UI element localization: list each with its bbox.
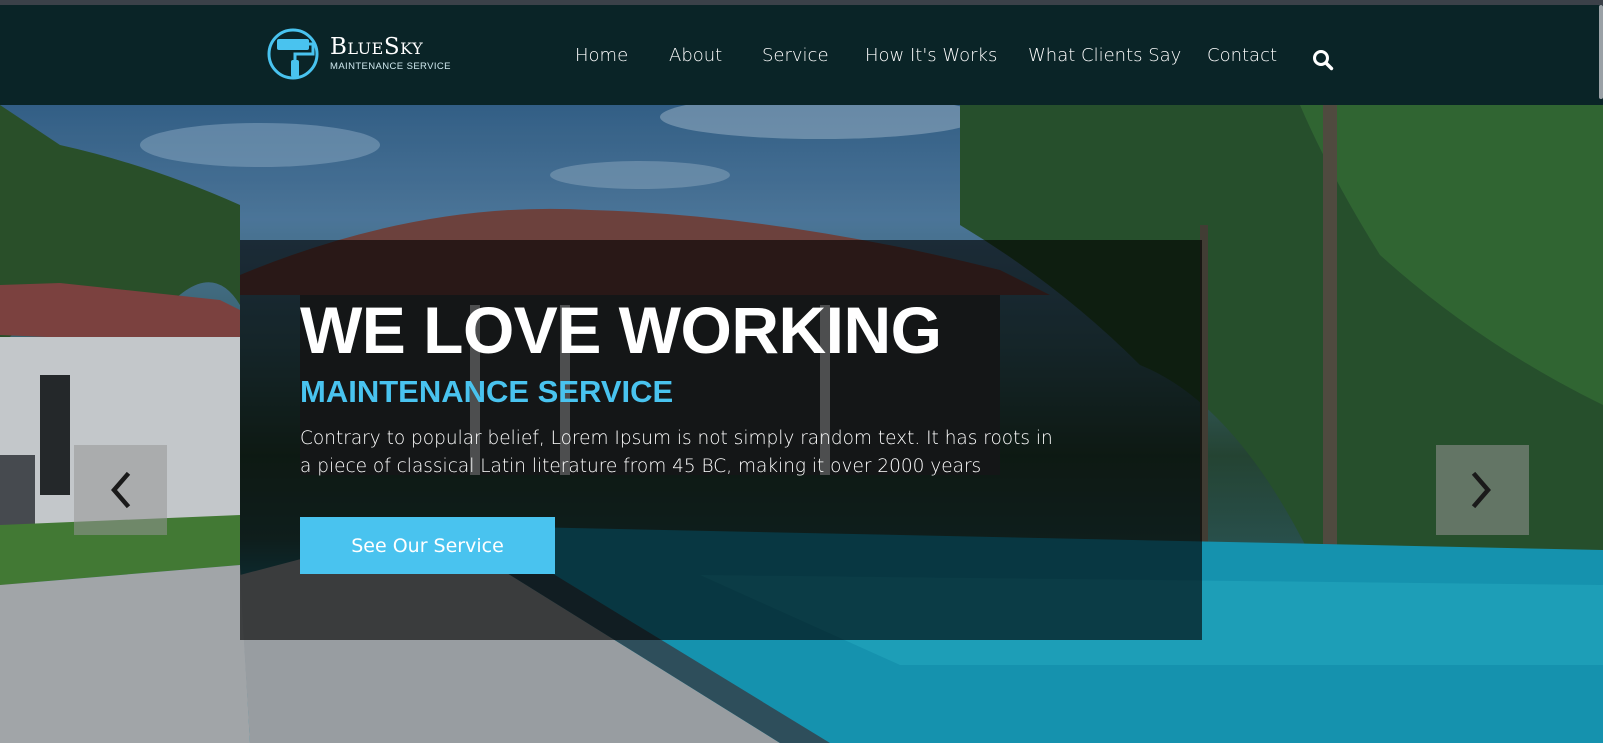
- paint-roller-icon: [267, 28, 319, 80]
- site-header: BlueSky MAINTENANCE SERVICE Home About S…: [0, 5, 1603, 105]
- nav-how-it-works[interactable]: How It's Works: [865, 45, 997, 66]
- nav-service[interactable]: Service: [762, 45, 829, 66]
- see-our-service-button[interactable]: See Our Service: [300, 517, 555, 574]
- chevron-right-icon: [1471, 471, 1491, 509]
- hero-subheadline: MAINTENANCE SERVICE: [300, 374, 674, 409]
- scrollbar-thumb[interactable]: [1599, 5, 1603, 99]
- search-icon: [1313, 50, 1334, 71]
- chevron-left-icon: [111, 471, 131, 509]
- hero-caption: WE LOVE WORKING MAINTENANCE SERVICE Cont…: [240, 240, 1202, 640]
- hero-slider: WE LOVE WORKING MAINTENANCE SERVICE Cont…: [0, 105, 1603, 743]
- slider-next-button[interactable]: [1436, 445, 1529, 535]
- hero-description: Contrary to popular belief, Lorem Ipsum …: [300, 428, 1053, 477]
- hero-headline: WE LOVE WORKING: [300, 293, 942, 367]
- slider-prev-button[interactable]: [74, 445, 167, 535]
- brand-logo[interactable]: BlueSky MAINTENANCE SERVICE: [262, 27, 451, 81]
- nav-home[interactable]: Home: [575, 45, 628, 66]
- nav-about[interactable]: About: [669, 45, 722, 66]
- brand-name: BlueSky: [330, 34, 424, 61]
- nav-contact[interactable]: Contact: [1207, 45, 1277, 66]
- search-button[interactable]: [1312, 49, 1334, 71]
- brand-tagline: MAINTENANCE SERVICE: [330, 61, 451, 73]
- nav-what-clients-say[interactable]: What Clients Say: [1028, 45, 1181, 66]
